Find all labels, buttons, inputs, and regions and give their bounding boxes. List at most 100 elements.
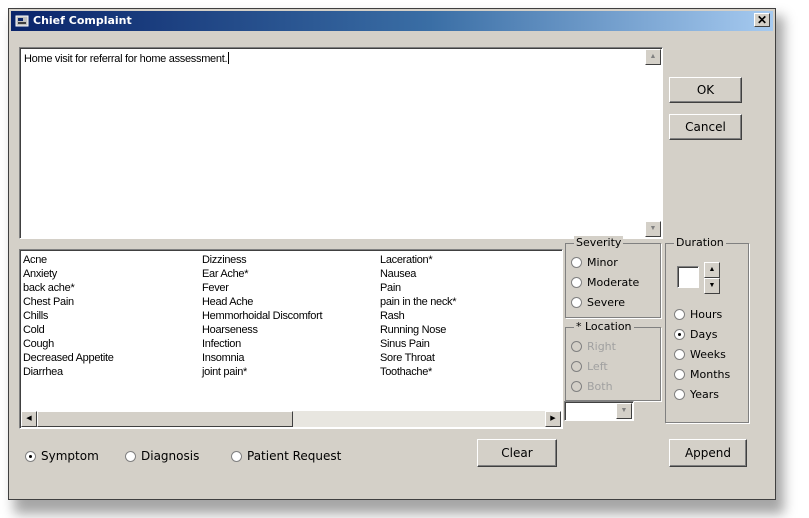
duration-down-button[interactable]: ▼ [704,278,720,294]
radio-icon [674,369,685,380]
list-item[interactable]: Sinus Pain [380,337,456,351]
severity-group: Severity Minor Moderate Severe [565,236,661,318]
list-item[interactable]: Head Ache [202,295,322,309]
duration-up-button[interactable]: ▲ [704,262,720,278]
list-item[interactable]: Anxiety [23,267,114,281]
radio-icon [674,389,685,400]
list-item[interactable]: pain in the neck* [380,295,457,309]
list-item[interactable]: Decreased Appetite [23,351,114,365]
radio-label: Patient Request [247,449,342,463]
radio-icon [571,297,582,308]
radio-icon [25,451,36,462]
radio-icon [571,381,582,392]
scroll-up-button[interactable]: ▲ [645,49,661,65]
radio-label: Moderate [587,276,640,289]
list-item[interactable]: Nausea [380,267,456,281]
ok-button[interactable]: OK [669,77,742,103]
list-item[interactable]: Hemmorhoidal Discomfort [202,309,323,323]
arrow-right-icon: ▶ [550,415,556,422]
radio-label: Minor [587,256,618,269]
location-group: * Location Right Left Both [565,320,661,401]
duration-months-radio[interactable]: Months [674,368,730,381]
radio-icon [125,451,136,462]
radio-label: Diagnosis [141,449,200,463]
close-button[interactable]: ✕ [754,13,770,27]
list-item[interactable]: Dizziness [202,253,322,267]
close-icon: ✕ [756,13,768,27]
radio-label: Severe [587,296,626,309]
complaint-textarea[interactable]: Home visit for referral for home assessm… [19,47,663,239]
location-label: * Location [574,320,634,333]
diagnosis-radio[interactable]: Diagnosis [125,449,199,463]
duration-years-radio[interactable]: Years [674,388,719,401]
severity-moderate-radio[interactable]: Moderate [571,276,639,289]
radio-label: Left [587,360,608,373]
list-item[interactable]: Sore Throat [380,351,456,365]
list-item[interactable]: Fever [202,281,322,295]
dropdown-button[interactable]: ▼ [616,403,632,419]
clear-button[interactable]: Clear [477,439,557,467]
list-item[interactable]: joint pain* [202,365,322,379]
radio-label: Months [690,368,731,381]
list-item[interactable]: back ache* [23,281,114,295]
radio-label: Years [690,388,720,401]
list-item[interactable]: Diarrhea [23,365,114,379]
radio-icon [571,277,582,288]
complaint-list[interactable]: Acne Anxiety back ache* Chest Pain Chill… [19,249,563,429]
duration-days-radio[interactable]: Days [674,328,717,341]
radio-icon [571,361,582,372]
list-column-2: Dizziness Ear Ache* Fever Head Ache Hemm… [202,253,323,379]
list-item[interactable]: Toothache* [380,365,456,379]
symptom-radio[interactable]: Symptom [25,449,99,463]
arrow-up-icon: ▲ [649,53,657,60]
radio-icon [571,341,582,352]
severity-severe-radio[interactable]: Severe [571,296,625,309]
scroll-down-button[interactable]: ▼ [645,221,661,237]
location-right-radio[interactable]: Right [571,340,616,353]
list-item[interactable]: Infection [202,337,322,351]
list-item[interactable]: Pain [380,281,456,295]
duration-label: Duration [674,236,726,249]
list-column-1: Acne Anxiety back ache* Chest Pain Chill… [23,253,114,379]
list-item[interactable]: Chills [23,309,114,323]
radio-label: Days [690,328,718,341]
duration-input[interactable] [677,266,699,288]
scroll-thumb[interactable] [37,411,293,427]
radio-label: Hours [690,308,723,321]
severity-minor-radio[interactable]: Minor [571,256,618,269]
location-dropdown[interactable]: ▼ [564,401,634,421]
list-item[interactable]: Running Nose [380,323,456,337]
list-item[interactable]: Rash [380,309,456,323]
radio-icon [674,349,685,360]
location-both-radio[interactable]: Both [571,380,613,393]
list-item[interactable]: Hoarseness [202,323,322,337]
duration-weeks-radio[interactable]: Weeks [674,348,726,361]
list-item[interactable]: Ear Ache* [202,267,322,281]
arrow-down-icon: ▼ [708,282,716,289]
patient-request-radio[interactable]: Patient Request [231,449,341,463]
radio-label: Weeks [690,348,726,361]
radio-icon [571,257,582,268]
cancel-button[interactable]: Cancel [669,114,742,140]
list-item[interactable]: Insomnia [202,351,322,365]
scroll-left-button[interactable]: ◀ [21,411,37,427]
list-item[interactable]: Acne [23,253,114,267]
list-horizontal-scrollbar[interactable]: ◀ ▶ [21,411,561,427]
radio-icon [674,329,685,340]
duration-hours-radio[interactable]: Hours [674,308,722,321]
radio-label: Symptom [41,449,99,463]
arrow-up-icon: ▲ [708,266,716,273]
scroll-right-button[interactable]: ▶ [545,411,561,427]
complaint-vertical-scrollbar[interactable]: ▲ ▼ [645,49,661,237]
append-button[interactable]: Append [669,439,747,467]
severity-label: Severity [574,236,624,249]
list-item[interactable]: Chest Pain [23,295,114,309]
list-item[interactable]: Cough [23,337,114,351]
chevron-down-icon: ▼ [620,407,628,414]
list-item[interactable]: Cold [23,323,114,337]
location-left-radio[interactable]: Left [571,360,608,373]
radio-label: Both [587,380,613,393]
chief-complaint-dialog: Chief Complaint ✕ Home visit for referra… [8,8,776,500]
radio-icon [674,309,685,320]
list-item[interactable]: Laceration* [380,253,456,267]
